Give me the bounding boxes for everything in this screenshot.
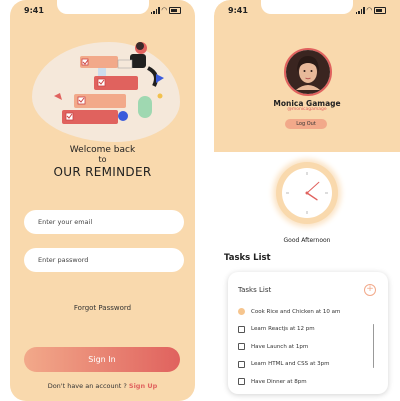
profile-handle: @monicagamage [287,107,327,112]
dashboard-screen: 9:41 ◠ Monica Gamage @monicagamage Log O… [214,0,400,401]
welcome-text: Welcome back [69,145,136,155]
sign-up-link[interactable]: Sign Up [129,382,157,390]
hero-illustration [54,42,164,124]
wifi-icon: ◠ [366,6,372,14]
tasks-section-title: Tasks List [224,253,271,263]
login-screen: 9:41 ◠ Welcome back to OUR REMINDER Ente… [10,0,195,401]
wifi-icon: ◠ [161,6,167,14]
hour-hand [306,192,318,201]
task-label: Learn HTML and CSS at 3pm [251,361,330,367]
system-icons: ◠ [150,6,181,14]
task-item[interactable]: Learn Reactjs at 12 pm [238,325,315,333]
password-field[interactable] [24,248,184,272]
tasks-card: Tasks List + Cook Rice and Chicken at 10… [228,272,388,394]
task-item[interactable]: Cook Rice and Chicken at 10 am [238,308,340,315]
welcome-to-text: to [98,155,107,164]
logout-button[interactable]: Log Out [285,119,327,129]
task-label: Cook Rice and Chicken at 10 am [251,308,341,315]
task-checkbox[interactable] [238,343,245,350]
status-time: 9:41 [24,6,44,15]
analog-clock [276,162,338,224]
task-scrollbar[interactable] [372,324,374,368]
task-item[interactable]: Learn HTML and CSS at 3pm [238,360,330,368]
task-item[interactable]: Have Dinner at 8pm [238,378,307,385]
sign-in-button[interactable]: Sign In [24,347,180,372]
tasks-card-title: Tasks List [238,286,272,294]
avatar-photo [286,50,330,94]
task-item[interactable]: Have Launch at 1pm [238,343,308,350]
forgot-password-link[interactable]: Forgot Password [10,304,195,312]
signal-icon [355,7,365,14]
status-bar: 9:41 ◠ [228,6,386,18]
task-checkbox[interactable] [238,325,245,333]
task-checkbox[interactable] [238,308,245,315]
status-time: 9:41 [228,6,248,15]
app-name: OUR REMINDER [53,165,152,179]
task-label: Have Launch at 1pm [251,343,309,350]
add-task-icon[interactable]: + [364,284,376,296]
task-checkbox[interactable] [238,378,245,385]
email-field[interactable] [24,210,184,234]
signup-row: Don't have an account ? Sign Up [10,382,195,390]
minute-hand [306,181,320,194]
task-label: Learn Reactjs at 12 pm [251,326,315,332]
battery-icon [169,7,181,14]
signal-icon [150,7,160,14]
status-bar: 9:41 ◠ [24,6,181,18]
task-label: Have Dinner at 8pm [251,378,307,385]
avatar[interactable] [284,48,332,96]
task-checkbox[interactable] [238,360,245,368]
clock-face [282,168,332,218]
clock-hands [286,172,328,214]
greeting-text: Good Afternoon [283,237,331,244]
no-account-text: Don't have an account ? [47,382,127,390]
system-icons: ◠ [355,6,386,14]
battery-icon [374,7,386,14]
